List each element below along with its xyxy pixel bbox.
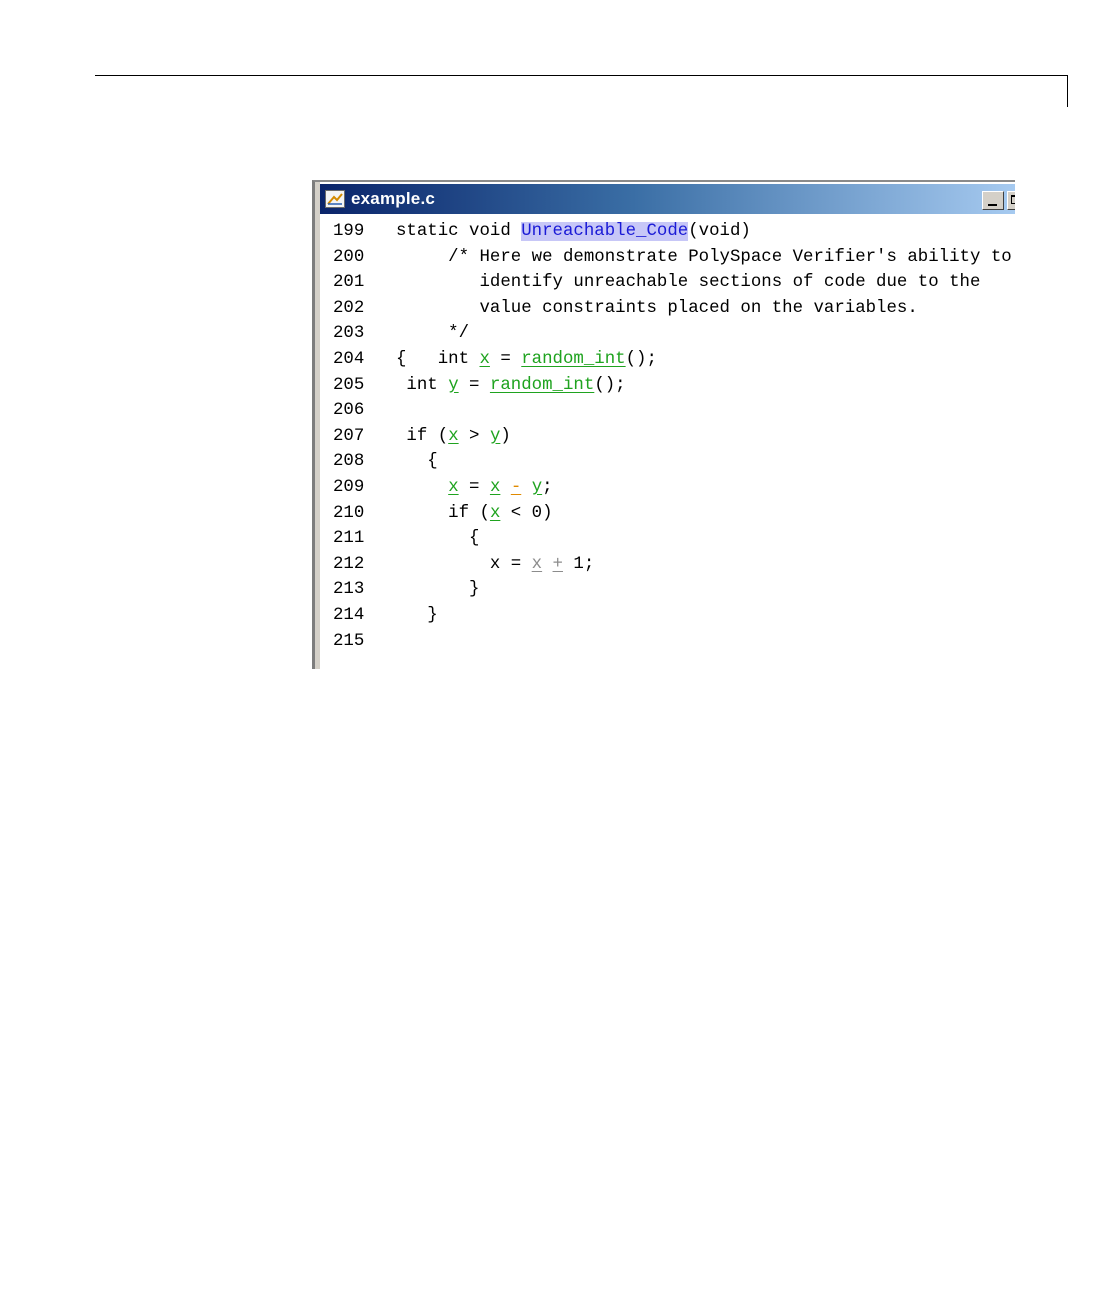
line-number: 203: [333, 324, 365, 344]
check-green-token[interactable]: random_int: [490, 376, 594, 395]
line-number: 209: [333, 478, 365, 497]
window-titlebar[interactable]: example.c: [320, 184, 1015, 214]
code-text: }: [396, 603, 438, 628]
code-text: identify unreachable sections of code du…: [396, 270, 980, 295]
code-segment: { int: [396, 350, 480, 369]
line-number: 215: [333, 631, 365, 651]
code-segment: */: [396, 324, 470, 344]
code-text: */: [396, 321, 469, 346]
line-number: 211: [333, 529, 365, 549]
code-segment: =: [489, 350, 522, 369]
code-text: {: [396, 449, 438, 474]
code-text: x = x - y;: [396, 475, 553, 500]
code-text: }: [396, 577, 480, 602]
code-text: /* Here we demonstrate PolySpace Verifie…: [396, 245, 1012, 270]
code-segment: }: [396, 606, 438, 625]
code-segment: >: [458, 426, 490, 446]
check-orange-token[interactable]: -: [511, 478, 521, 497]
line-number: 208: [333, 452, 365, 472]
code-text: if (x < 0): [396, 501, 553, 526]
check-green-token[interactable]: x: [480, 350, 490, 369]
check-green-token[interactable]: x: [490, 504, 500, 523]
check-green-token[interactable]: x: [448, 427, 458, 446]
code-segment: if (: [396, 503, 490, 523]
code-text: if (x > y): [396, 424, 511, 449]
code-segment: ): [500, 426, 511, 446]
check-green-token[interactable]: random_int: [521, 350, 625, 369]
source-editor-window: example.c 199 static void Unreachable_Cod…: [312, 180, 1015, 669]
line-number: 206: [333, 401, 365, 421]
code-text: value constraints placed on the variable…: [396, 296, 918, 321]
code-segment: x =: [396, 554, 532, 574]
line-number: 199: [333, 222, 365, 241]
code-segment: ();: [625, 350, 657, 369]
code-segment: {: [396, 452, 438, 472]
code-segment: 1;: [562, 554, 595, 574]
code-segment: (void): [688, 222, 751, 241]
unreachable-token[interactable]: x: [532, 555, 542, 574]
code-segment: ();: [594, 375, 626, 395]
check-green-token[interactable]: y: [490, 427, 500, 446]
line-number: 207: [333, 426, 365, 446]
line-number: 204: [333, 350, 365, 369]
code-text: x = x + 1;: [396, 552, 594, 577]
code-text: int y = random_int();: [396, 373, 626, 398]
check-green-token[interactable]: y: [532, 478, 542, 497]
function-name-highlight[interactable]: Unreachable_Code: [521, 222, 689, 241]
line-number: 210: [333, 503, 365, 523]
code-segment: =: [458, 375, 490, 395]
minimize-icon[interactable]: [982, 191, 1004, 210]
code-segment: value constraints placed on the variable…: [396, 298, 918, 318]
code-segment: static void: [396, 222, 522, 241]
line-number: 200: [333, 247, 365, 267]
line-number: 205: [333, 375, 365, 395]
line-number: 201: [333, 273, 365, 293]
line-number: 213: [333, 580, 365, 600]
code-segment: int: [396, 375, 449, 395]
code-segment: =: [458, 478, 490, 497]
code-view[interactable]: 199 static void Unreachable_Code(void) 200…: [320, 214, 1015, 669]
check-green-token[interactable]: x: [448, 478, 458, 497]
code-segment: if (: [396, 426, 449, 446]
code-text: static void Unreachable_Code(void): [396, 219, 751, 244]
code-segment: ;: [542, 478, 553, 497]
check-green-token[interactable]: x: [490, 478, 500, 497]
page-header-rule: [95, 75, 1068, 76]
matlab-file-icon: [325, 190, 345, 208]
code-text: { int x = random_int();: [396, 347, 657, 372]
window-title: example.c: [351, 189, 436, 208]
code-segment: {: [396, 529, 480, 549]
code-segment: /* Here we demonstrate PolySpace Verifie…: [396, 247, 1012, 267]
line-number: 202: [333, 298, 365, 318]
code-text: {: [396, 526, 480, 551]
code-segment: }: [396, 580, 480, 600]
line-number: 212: [333, 554, 365, 574]
maximize-icon[interactable]: [1007, 191, 1015, 210]
code-segment: identify unreachable sections of code du…: [396, 273, 981, 293]
check-green-token[interactable]: y: [448, 376, 458, 395]
line-number: 214: [333, 606, 365, 625]
code-segment: < 0): [500, 503, 553, 523]
unreachable-token[interactable]: +: [553, 555, 563, 574]
page-header-rule-tick: [1067, 75, 1068, 107]
